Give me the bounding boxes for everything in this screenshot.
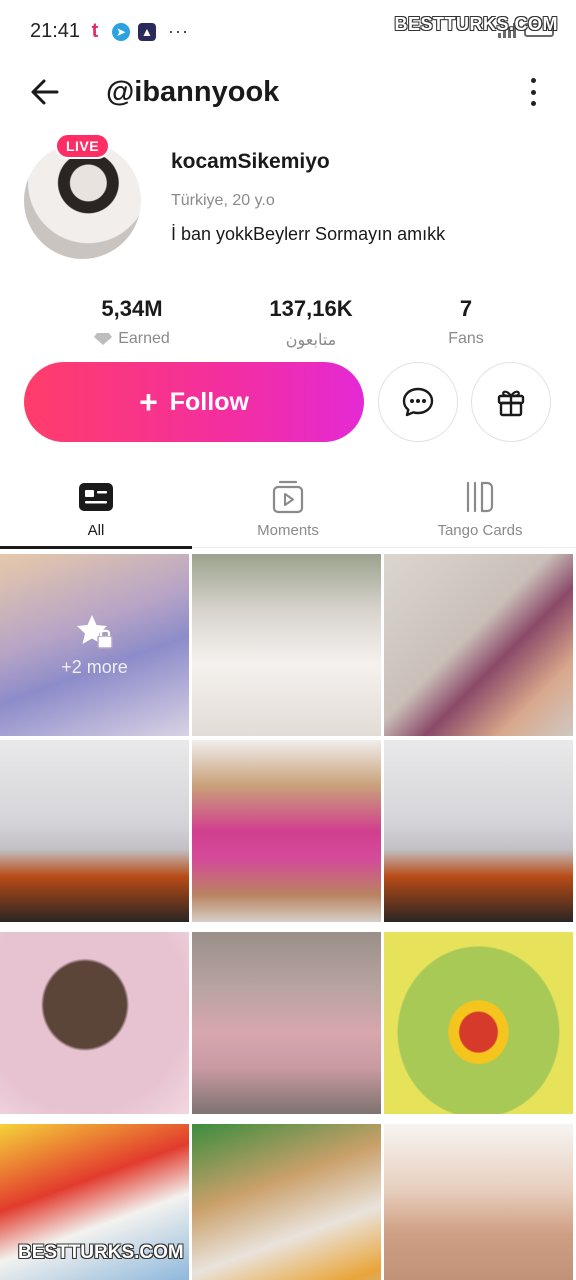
grid-tile[interactable] [192, 740, 381, 922]
tab-icon-wrap [272, 480, 304, 514]
tab-moments[interactable]: Moments [192, 470, 384, 548]
tab-all[interactable]: All [0, 470, 192, 549]
back-button[interactable] [30, 78, 60, 106]
stat-label: Earned [118, 330, 170, 347]
gift-button[interactable] [471, 362, 551, 442]
plus-icon: + [139, 384, 158, 420]
status-app-icons: t ➤ ▲ ··· [86, 20, 189, 42]
grid-tile[interactable] [192, 554, 381, 736]
follow-label: Follow [169, 387, 249, 416]
grid-tile-locked[interactable]: +2 more [0, 554, 189, 736]
profile-header: @ibannyook [0, 64, 576, 120]
telegram-icon: ➤ [112, 22, 130, 41]
status-time: 21:41 [30, 20, 81, 42]
stat-label-row: متابعون [236, 330, 386, 350]
bio: İ ban yokkBeylerr Sormayın amıkk [171, 224, 446, 244]
grid-tile[interactable] [0, 740, 189, 922]
tab-label: Moments [257, 522, 319, 539]
app-icon: ▲ [138, 22, 156, 41]
active-tab-indicator [0, 546, 192, 549]
message-button[interactable] [378, 362, 458, 442]
stat-value: 137,16K [269, 296, 353, 321]
play-stack-icon [272, 480, 304, 514]
locked-overlay: +2 more [0, 554, 189, 736]
status-overflow: ··· [168, 21, 189, 41]
grid-tile[interactable] [384, 740, 573, 922]
stat-value: 7 [459, 296, 473, 321]
stat-label-row: Fans [391, 330, 541, 348]
content-tabs: All Moments Tango Cards [0, 470, 576, 549]
stat-label: متابعون [285, 332, 337, 349]
tab-icon-wrap [465, 480, 495, 514]
display-name: kocamSikemiyo [171, 150, 330, 173]
cards-icon [466, 481, 494, 513]
locked-count: +2 more [61, 656, 128, 677]
tango-icon: t [91, 20, 99, 42]
tab-label: All [87, 522, 105, 539]
watermark-top: BESTTURKS.COM [394, 14, 558, 34]
avatar[interactable] [24, 142, 141, 259]
location-age: Türkiye, 20 y.o [171, 192, 275, 209]
stat-value: 5,34M [101, 296, 163, 321]
stat-fans[interactable]: 7 Fans [391, 296, 541, 348]
follow-button[interactable]: + Follow [24, 362, 364, 442]
grid-tile[interactable] [384, 554, 573, 736]
stat-label-row: Earned [57, 330, 207, 348]
more-dot [530, 89, 536, 95]
stat-label: Fans [448, 330, 484, 347]
locked-star-icon [76, 614, 113, 649]
diamond-icon [94, 333, 113, 345]
grid-tile[interactable] [192, 932, 381, 1114]
grid-tile[interactable] [384, 932, 573, 1114]
gift-icon [497, 390, 525, 417]
chat-bubble-icon [402, 387, 434, 417]
grid-tile[interactable] [384, 1124, 573, 1280]
stat-earned[interactable]: 5,34M Earned [57, 296, 207, 348]
stat-followers[interactable]: 137,16K متابعون [236, 296, 386, 350]
more-dot [530, 78, 536, 83]
grid-tile[interactable] [192, 1124, 381, 1280]
more-options-button[interactable] [526, 78, 540, 106]
back-arrow-icon [31, 79, 59, 105]
tab-icon-wrap [79, 480, 113, 514]
more-dot [530, 101, 536, 106]
live-badge[interactable]: LIVE [55, 133, 110, 159]
grid-tile[interactable] [0, 932, 189, 1114]
watermark-bottom: BESTTURKS.COM [18, 1242, 184, 1263]
status-bar: 21:41 t ➤ ▲ ··· BESTTURKS.COM [0, 0, 576, 64]
profile-card-icon [79, 483, 113, 511]
tab-tango-cards[interactable]: Tango Cards [384, 470, 576, 548]
tab-label: Tango Cards [437, 522, 523, 539]
profile-handle: @ibannyook [106, 76, 280, 108]
